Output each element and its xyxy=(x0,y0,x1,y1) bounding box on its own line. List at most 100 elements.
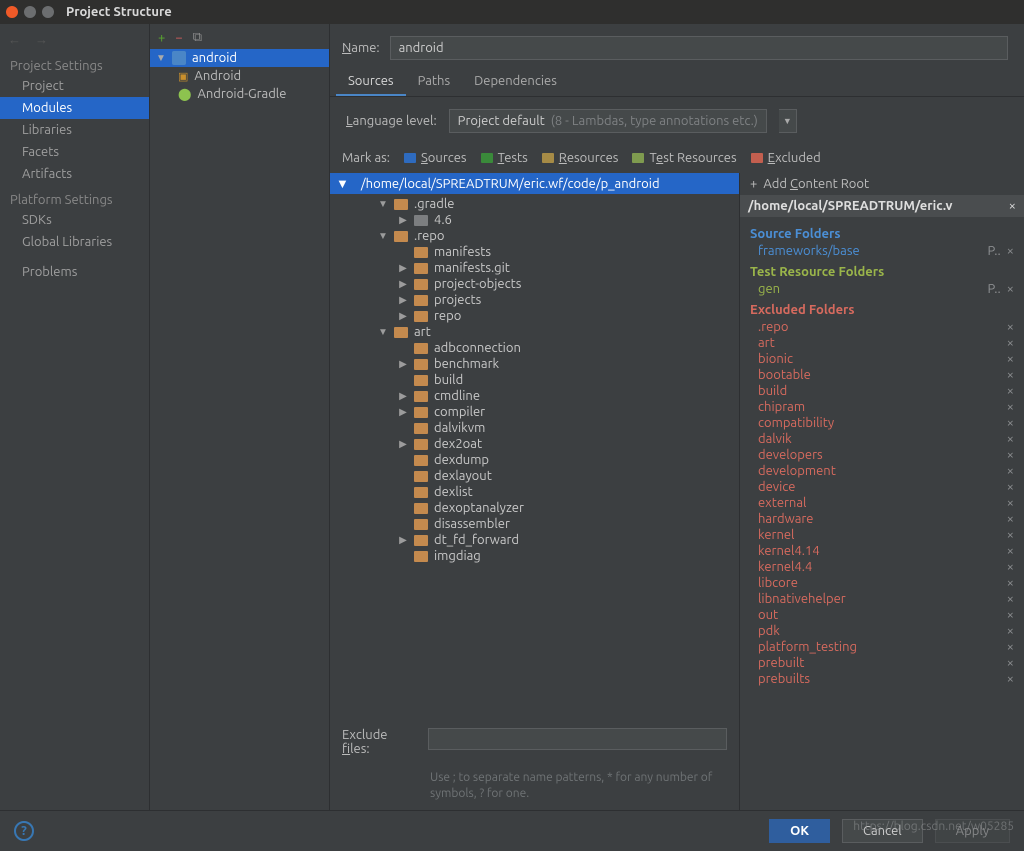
mark-resources[interactable]: Resources xyxy=(542,151,619,165)
tree-node[interactable]: ▼.repo xyxy=(330,228,739,244)
language-level-dropdown-icon[interactable]: ▼ xyxy=(779,109,797,133)
remove-root-icon[interactable]: × xyxy=(1007,416,1014,430)
roots-item[interactable]: chipram× xyxy=(750,399,1014,415)
remove-root-icon[interactable]: × xyxy=(1007,544,1014,558)
remove-root-icon[interactable]: × xyxy=(1007,672,1014,686)
tree-node[interactable]: disassembler xyxy=(330,516,739,532)
mark-test-resources[interactable]: Test Resources xyxy=(632,151,736,165)
roots-item[interactable]: libnativehelper× xyxy=(750,591,1014,607)
tree-node[interactable]: ▶dt_fd_forward xyxy=(330,532,739,548)
sidebar-item-problems[interactable]: Problems xyxy=(0,261,149,283)
tree-node[interactable]: dalvikvm xyxy=(330,420,739,436)
add-module-icon[interactable]: + xyxy=(158,31,165,45)
tree-node[interactable]: ▶repo xyxy=(330,308,739,324)
roots-item[interactable]: pdk× xyxy=(750,623,1014,639)
sidebar-item-libraries[interactable]: Libraries xyxy=(0,119,149,141)
roots-item[interactable]: developers× xyxy=(750,447,1014,463)
tree-node[interactable]: ▶benchmark xyxy=(330,356,739,372)
remove-root-icon[interactable]: × xyxy=(1007,576,1014,590)
mark-excluded[interactable]: Excluded xyxy=(751,151,821,165)
tree-node[interactable]: ▶project-objects xyxy=(330,276,739,292)
remove-root-icon[interactable]: × xyxy=(1007,320,1014,334)
exclude-files-input[interactable] xyxy=(428,728,727,750)
roots-item[interactable]: hardware× xyxy=(750,511,1014,527)
roots-item[interactable]: development× xyxy=(750,463,1014,479)
tree-node[interactable]: adbconnection xyxy=(330,340,739,356)
remove-root-icon[interactable]: × xyxy=(1007,608,1014,622)
tree-node[interactable]: imgdiag xyxy=(330,548,739,564)
module-facet-android[interactable]: ▣Android xyxy=(150,67,329,85)
remove-root-icon[interactable]: × xyxy=(1007,640,1014,654)
roots-item[interactable]: prebuilts× xyxy=(750,671,1014,687)
tree-node[interactable]: manifests xyxy=(330,244,739,260)
remove-root-icon[interactable]: × xyxy=(1007,432,1014,446)
remove-root-icon[interactable]: × xyxy=(1007,512,1014,526)
content-root-path[interactable]: /home/local/SPREADTRUM/eric.v × xyxy=(740,195,1024,217)
remove-root-icon[interactable]: × xyxy=(1007,496,1014,510)
module-name-input[interactable] xyxy=(390,36,1008,60)
remove-content-root-icon[interactable]: × xyxy=(1009,199,1016,213)
sidebar-item-sdks[interactable]: SDKs xyxy=(0,209,149,231)
remove-root-icon[interactable]: × xyxy=(1007,464,1014,478)
tree-node[interactable]: build xyxy=(330,372,739,388)
roots-item[interactable]: out× xyxy=(750,607,1014,623)
sidebar-item-project[interactable]: Project xyxy=(0,75,149,97)
tree-node[interactable]: dexoptanalyzer xyxy=(330,500,739,516)
tree-node[interactable]: ▶projects xyxy=(330,292,739,308)
remove-root-icon[interactable]: × xyxy=(1007,528,1014,542)
copy-module-icon[interactable]: ⧉ xyxy=(193,30,202,45)
remove-root-icon[interactable]: × xyxy=(1007,480,1014,494)
tree-node[interactable]: ▶cmdline xyxy=(330,388,739,404)
roots-item[interactable]: platform_testing× xyxy=(750,639,1014,655)
window-maximize-icon[interactable] xyxy=(42,6,54,18)
tab-dependencies[interactable]: Dependencies xyxy=(462,68,569,96)
module-facet-android-gradle[interactable]: ⬤Android-Gradle xyxy=(150,85,329,103)
roots-item[interactable]: compatibility× xyxy=(750,415,1014,431)
roots-item[interactable]: kernel4.14× xyxy=(750,543,1014,559)
roots-item[interactable]: genP..× xyxy=(750,281,1014,297)
tab-paths[interactable]: Paths xyxy=(406,68,463,96)
remove-root-icon[interactable]: × xyxy=(1007,384,1014,398)
tree-node[interactable]: ▶dex2oat xyxy=(330,436,739,452)
tree-node[interactable]: ▼.gradle xyxy=(330,196,739,212)
help-icon[interactable]: ? xyxy=(14,821,34,841)
roots-item[interactable]: .repo× xyxy=(750,319,1014,335)
remove-root-icon[interactable]: × xyxy=(1007,352,1014,366)
sidebar-item-artifacts[interactable]: Artifacts xyxy=(0,163,149,185)
sidebar-item-facets[interactable]: Facets xyxy=(0,141,149,163)
remove-root-icon[interactable]: × xyxy=(1007,336,1014,350)
roots-item[interactable]: prebuilt× xyxy=(750,655,1014,671)
tree-node[interactable]: ▶compiler xyxy=(330,404,739,420)
add-content-root-button[interactable]: + Add Content Root xyxy=(740,173,1024,195)
tree-node[interactable]: dexlayout xyxy=(330,468,739,484)
remove-root-icon[interactable]: × xyxy=(1007,656,1014,670)
mark-tests[interactable]: Tests xyxy=(481,151,528,165)
remove-root-icon[interactable]: × xyxy=(1007,592,1014,606)
mark-sources[interactable]: Sources xyxy=(404,151,467,165)
sidebar-item-modules[interactable]: Modules xyxy=(0,97,149,119)
window-close-icon[interactable] xyxy=(6,6,18,18)
remove-root-icon[interactable]: × xyxy=(1007,244,1014,258)
roots-item[interactable]: build× xyxy=(750,383,1014,399)
roots-item[interactable]: art× xyxy=(750,335,1014,351)
source-tree-root[interactable]: ▼ /home/local/SPREADTRUM/eric.wf/code/p_… xyxy=(330,173,739,194)
language-level-combo[interactable]: Project default (8 - Lambdas, type annot… xyxy=(449,109,767,133)
remove-root-icon[interactable]: × xyxy=(1007,400,1014,414)
roots-item[interactable]: external× xyxy=(750,495,1014,511)
roots-item[interactable]: bionic× xyxy=(750,351,1014,367)
remove-root-icon[interactable]: × xyxy=(1007,624,1014,638)
roots-item[interactable]: bootable× xyxy=(750,367,1014,383)
nav-back-icon[interactable]: ← xyxy=(8,32,21,47)
remove-root-icon[interactable]: × xyxy=(1007,282,1014,296)
module-root[interactable]: ▼android xyxy=(150,49,329,67)
tree-node[interactable]: ▼art xyxy=(330,324,739,340)
roots-item[interactable]: kernel× xyxy=(750,527,1014,543)
roots-item[interactable]: device× xyxy=(750,479,1014,495)
tree-node[interactable]: ▶4.6 xyxy=(330,212,739,228)
sidebar-item-global-libraries[interactable]: Global Libraries xyxy=(0,231,149,253)
roots-item[interactable]: frameworks/baseP..× xyxy=(750,243,1014,259)
roots-item[interactable]: kernel4.4× xyxy=(750,559,1014,575)
tree-node[interactable]: dexlist xyxy=(330,484,739,500)
window-minimize-icon[interactable] xyxy=(24,6,36,18)
remove-root-icon[interactable]: × xyxy=(1007,560,1014,574)
